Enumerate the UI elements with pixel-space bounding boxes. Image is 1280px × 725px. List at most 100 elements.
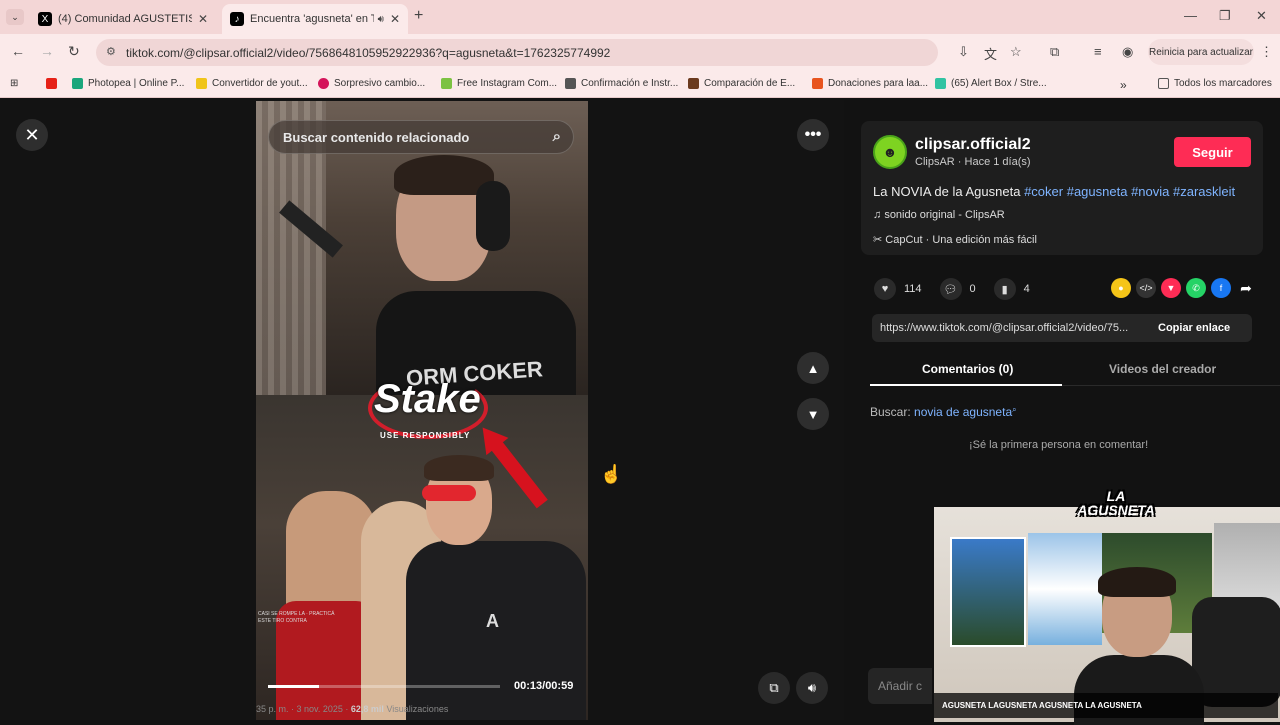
search-icon[interactable]: ⌕ xyxy=(553,128,561,145)
heart-icon: ♥ xyxy=(874,278,896,300)
copy-link-button[interactable]: Copiar enlace xyxy=(1158,322,1230,334)
related-search-input[interactable]: Buscar contenido relacionado ⌕ xyxy=(268,120,574,154)
restore-button[interactable]: ❐ xyxy=(1219,8,1231,24)
close-tab-icon[interactable]: ✕ xyxy=(390,12,400,26)
comment-input[interactable]: Añadir c xyxy=(868,668,938,704)
more-bookmarks-label: » xyxy=(1120,78,1127,92)
menu-dots-icon[interactable]: ⋮ xyxy=(1260,44,1273,60)
post-description: La NOVIA de la Agusneta #coker #agusneta… xyxy=(873,184,1235,199)
url-text: tiktok.com/@clipsar.official2/video/7568… xyxy=(126,45,611,60)
comment-button[interactable]: 💬︎ 0 xyxy=(939,278,976,300)
facebook-icon[interactable]: f xyxy=(1211,278,1231,298)
bookmark-youtube[interactable] xyxy=(46,78,62,89)
site-info-icon[interactable]: ⚙ xyxy=(106,45,116,58)
send-icon[interactable]: ▼ xyxy=(1161,278,1181,298)
active-tab-underline xyxy=(870,384,1062,386)
bookmark-photopea[interactable]: Photopea | Online P... xyxy=(72,78,184,89)
sound-link[interactable]: ♫ sonido original - ClipsAR xyxy=(873,209,1005,221)
all-bookmarks-folder[interactable]: Todos los marcadores xyxy=(1158,78,1272,89)
pip-button[interactable]: ⧉ xyxy=(758,672,790,704)
video-player[interactable]: ORM COKER Stake USE RESPONSIBLY A CASI S… xyxy=(256,101,588,720)
tab-tiktok[interactable]: ♪ Encuentra 'agusneta' en TikTok 🔊︎ ✕ xyxy=(222,4,408,34)
hashtag-link[interactable]: #zaraskleit xyxy=(1173,184,1235,199)
bookmark-donaciones[interactable]: Donaciones para laa... xyxy=(812,78,928,89)
bookmark-instagram[interactable]: Free Instagram Com... xyxy=(441,78,557,89)
video-link[interactable]: https://www.tiktok.com/@clipsar.official… xyxy=(872,322,1154,334)
minimize-button[interactable]: — xyxy=(1184,8,1197,23)
tiktok-logo-icon: ♪ xyxy=(230,12,244,26)
profile-icon[interactable]: ◉ xyxy=(1122,44,1133,60)
headset xyxy=(476,181,510,251)
bookmark-confirmacion[interactable]: Confirmación e Instr... xyxy=(565,78,678,89)
back-button[interactable]: ← xyxy=(11,43,25,59)
more-options-button[interactable]: ••• xyxy=(797,119,829,151)
close-video-button[interactable]: ✕ xyxy=(16,119,48,151)
capcut-link[interactable]: ✂ CapCut · Una edición más fácil xyxy=(873,233,1037,246)
bookmark-label: Sorpresivo cambio... xyxy=(334,78,426,89)
bookmark-comparacion[interactable]: Comparación de E... xyxy=(688,78,795,89)
bookmarks-bar: ⊞ Photopea | Online P... Convertidor de … xyxy=(0,70,1280,98)
username[interactable]: clipsar.official2 xyxy=(915,136,1031,154)
embed-icon[interactable]: </> xyxy=(1136,278,1156,298)
bookmark-label: Donaciones para laa... xyxy=(828,78,929,89)
extensions-icon[interactable]: ⧉ xyxy=(1050,44,1059,60)
follow-button[interactable]: Seguir xyxy=(1174,137,1251,167)
tab-agustetismo[interactable]: X (4) Comunidad AGUSTETISMO | ✕ xyxy=(30,4,216,34)
like-count: 114 xyxy=(904,283,922,295)
like-button[interactable]: ♥ 114 xyxy=(874,278,922,300)
copy-link-row: https://www.tiktok.com/@clipsar.official… xyxy=(872,314,1252,342)
save-button[interactable]: ▮ 4 xyxy=(993,278,1030,300)
tab-comments[interactable]: Comentarios (0) xyxy=(922,362,1013,376)
volume-button[interactable]: 🔊︎ xyxy=(796,672,828,704)
alpine-logo: A xyxy=(486,611,499,631)
tab-creator-videos[interactable]: Videos del creador xyxy=(1109,362,1216,376)
bookmark-label: (65) Alert Box / Stre... xyxy=(951,78,1047,89)
capcut-text: CapCut · Una edición más fácil xyxy=(885,234,1037,246)
apps-grid-icon[interactable]: ⊞ xyxy=(10,78,18,89)
bookmark-convertidor[interactable]: Convertidor de yout... xyxy=(196,78,308,89)
whatsapp-icon[interactable]: ✆ xyxy=(1186,278,1206,298)
search-query-link[interactable]: novia de agusneta xyxy=(914,405,1012,419)
translate-icon[interactable]: 文 xyxy=(984,44,997,63)
views-label: Visualizaciones xyxy=(386,704,449,714)
bookmark-label: Confirmación e Instr... xyxy=(581,78,679,89)
tab-title: (4) Comunidad AGUSTETISMO | xyxy=(58,13,192,25)
share-buttons: ● </> ▼ ✆ f ➦ xyxy=(1106,278,1256,298)
comment-placeholder: Añadir c xyxy=(878,679,923,693)
bookmark-icon: ▮ xyxy=(993,278,1016,300)
close-tab-icon[interactable]: ✕ xyxy=(198,12,208,26)
bookmark-alertbox[interactable]: (65) Alert Box / Stre... xyxy=(935,78,1047,89)
tab-search-button[interactable]: ⌄ xyxy=(6,9,24,25)
youtube-icon xyxy=(46,78,57,89)
address-bar[interactable]: ⚙ tiktok.com/@clipsar.official2/video/75… xyxy=(96,39,938,66)
media-controls-icon[interactable]: ≡ xyxy=(1094,44,1102,59)
new-tab-button[interactable]: + xyxy=(414,7,423,25)
streamer-figure: ORM COKER xyxy=(376,141,576,401)
hashtag-link[interactable]: #agusneta xyxy=(1067,184,1128,199)
install-app-icon[interactable]: ⇩ xyxy=(958,44,969,60)
stake-logo: Stake xyxy=(374,377,481,421)
next-video-button[interactable]: ▼ xyxy=(797,398,829,430)
video-progress-bar[interactable] xyxy=(268,685,500,688)
site-icon xyxy=(318,78,329,89)
avatar[interactable]: ☻ xyxy=(873,135,907,169)
comment-icon: 💬︎ xyxy=(939,278,962,300)
more-bookmarks-button[interactable]: » xyxy=(1120,78,1127,92)
hair xyxy=(1098,567,1176,597)
poster-stadium xyxy=(950,537,1026,647)
forward-button[interactable]: → xyxy=(40,43,54,59)
webcam-overlay: AGUSNETA LAGUSNETA AGUSNETA LA AGUSNETA xyxy=(932,505,1280,725)
bookmark-sorpresivo[interactable]: Sorpresivo cambio... xyxy=(318,78,425,89)
hashtag-link[interactable]: #coker xyxy=(1024,184,1063,199)
hashtag-link[interactable]: #novia xyxy=(1131,184,1169,199)
restart-to-update-button[interactable]: Reinicia para actualizar xyxy=(1148,39,1254,65)
comment-tabs: Comentarios (0) Videos del creador xyxy=(870,350,1280,386)
previous-video-button[interactable]: ▲ xyxy=(797,352,829,384)
close-window-button[interactable]: ✕ xyxy=(1256,8,1267,24)
reload-button[interactable]: ↻ xyxy=(68,43,80,60)
close-icon: ✕ xyxy=(24,124,40,145)
bookmark-star-icon[interactable]: ☆ xyxy=(1010,44,1022,60)
coin-icon[interactable]: ● xyxy=(1111,278,1131,298)
share-arrow-icon[interactable]: ➦ xyxy=(1236,278,1256,298)
speaker-icon[interactable]: 🔊︎ xyxy=(378,14,384,25)
